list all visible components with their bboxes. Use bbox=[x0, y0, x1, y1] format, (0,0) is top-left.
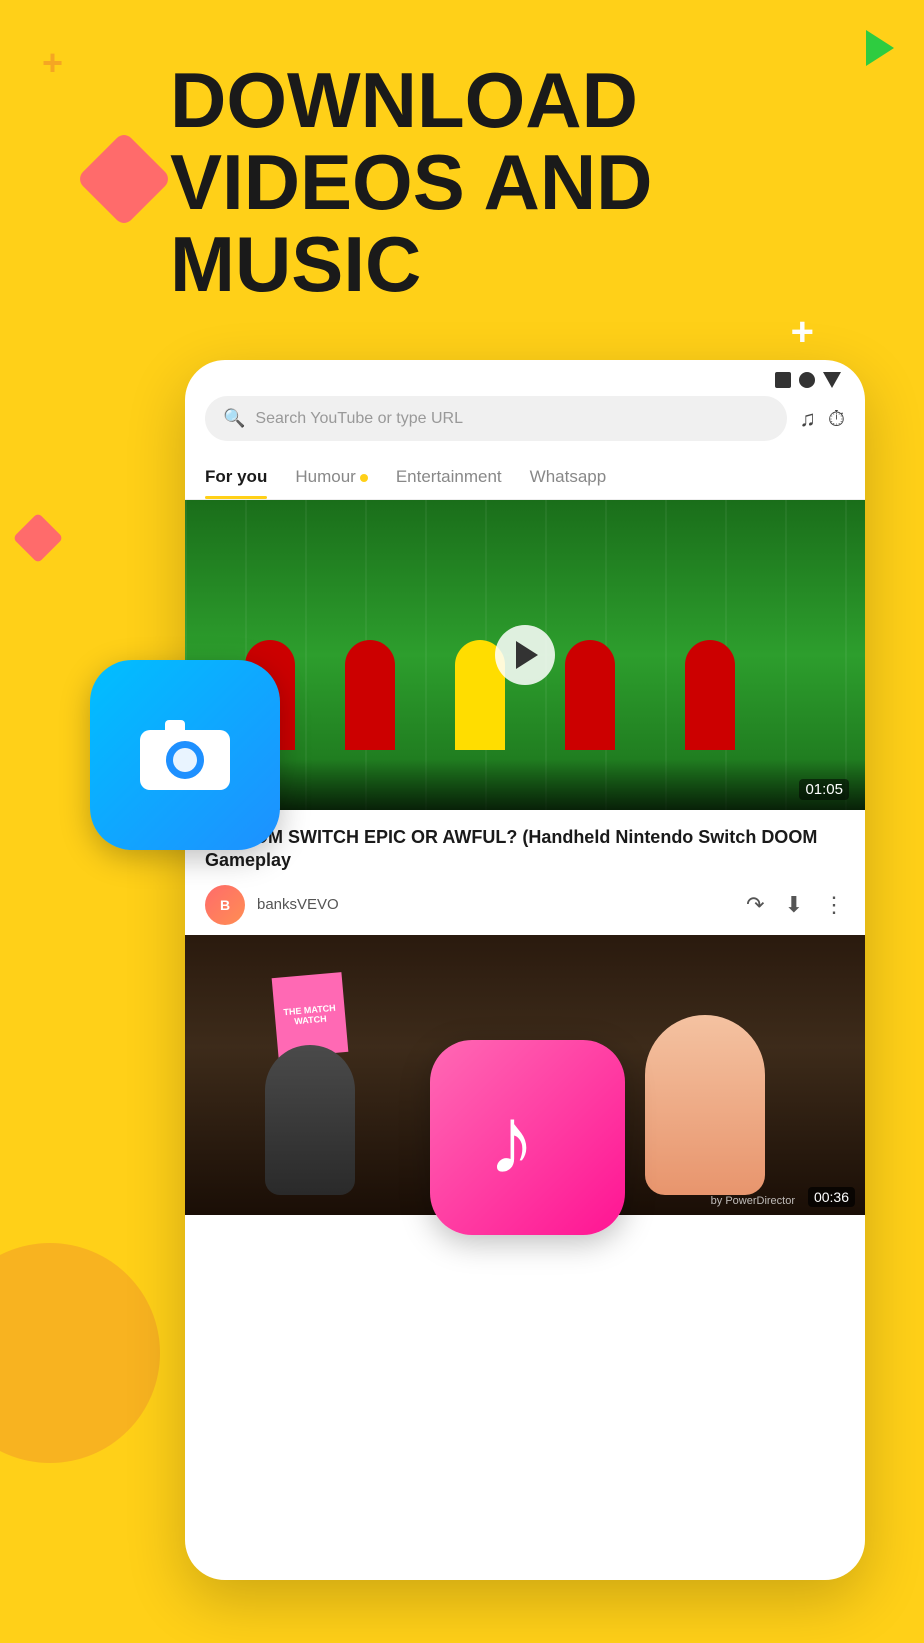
search-icon: 🔍 bbox=[223, 408, 245, 429]
hero-title: DOWNLOAD VIDEOS AND MUSIC bbox=[170, 60, 653, 306]
tab-whatsapp[interactable]: Whatsapp bbox=[530, 457, 607, 499]
video-card-1: 23K Views 01:05 bbox=[185, 500, 865, 810]
channel-name-1: banksVEVO bbox=[257, 896, 734, 913]
phone-status-bar bbox=[185, 360, 865, 396]
video-channel-row-1: B banksVEVO ↷ ⬇ ⋮ bbox=[205, 885, 845, 925]
camera-app-icon[interactable] bbox=[90, 660, 280, 850]
video-info-1: IS DOOM SWITCH EPIC OR AWFUL? (Handheld … bbox=[185, 810, 865, 935]
download-icon[interactable]: ⬇ bbox=[785, 892, 803, 918]
deco-plus-top-left: + bbox=[42, 42, 63, 84]
tab-humour[interactable]: Humour bbox=[295, 457, 367, 499]
video-play-button-1[interactable] bbox=[495, 625, 555, 685]
player-2 bbox=[345, 640, 395, 750]
channel-avatar-1: B bbox=[205, 885, 245, 925]
sticky-note-text: THE MATCH WATCH bbox=[274, 998, 346, 1032]
video-duration-1: 01:05 bbox=[799, 779, 849, 800]
scene-person-light bbox=[645, 1015, 765, 1195]
tab-for-you[interactable]: For you bbox=[205, 457, 267, 499]
more-options-icon[interactable]: ⋮ bbox=[823, 892, 845, 918]
deco-play-icon bbox=[866, 30, 894, 66]
status-circle bbox=[799, 372, 815, 388]
status-square bbox=[775, 372, 791, 388]
music-library-icon[interactable]: ♫ bbox=[799, 406, 816, 432]
camera-icon-svg bbox=[135, 705, 235, 805]
deco-diamond-mid bbox=[13, 513, 64, 564]
deco-diamond-left bbox=[76, 131, 172, 227]
scene-person-dark bbox=[265, 1045, 355, 1195]
music-app-icon[interactable]: ♪ bbox=[430, 1040, 625, 1235]
video-meta-bar-1: 23K Views 01:05 bbox=[185, 759, 865, 810]
status-triangle bbox=[823, 372, 841, 388]
music-note-svg: ♪ bbox=[478, 1083, 578, 1193]
play-triangle-icon bbox=[516, 641, 538, 669]
deco-circle-bottom bbox=[0, 1243, 160, 1463]
tab-humour-dot bbox=[360, 474, 368, 482]
video-action-icons-1: ↷ ⬇ ⋮ bbox=[746, 892, 845, 918]
svg-text:♪: ♪ bbox=[488, 1088, 536, 1193]
tab-entertainment[interactable]: Entertainment bbox=[396, 457, 502, 499]
tab-bar: For you Humour Entertainment Whatsapp bbox=[185, 457, 865, 500]
hero-line2: VIDEOS AND bbox=[170, 142, 653, 224]
player-5 bbox=[685, 640, 735, 750]
hero-line3: MUSIC bbox=[170, 224, 653, 306]
hero-line1: DOWNLOAD bbox=[170, 60, 653, 142]
search-bar[interactable]: 🔍 Search YouTube or type URL bbox=[205, 396, 787, 441]
search-container: 🔍 Search YouTube or type URL ♫ ⏱ bbox=[185, 396, 865, 457]
video-title-1: IS DOOM SWITCH EPIC OR AWFUL? (Handheld … bbox=[205, 826, 845, 873]
powerdirector-badge: by PowerDirector bbox=[711, 1195, 795, 1207]
deco-plus-mid: + bbox=[791, 310, 814, 355]
video-duration-2: 00:36 bbox=[808, 1187, 855, 1207]
phone-mockup: 🔍 Search YouTube or type URL ♫ ⏱ For you… bbox=[185, 360, 865, 1580]
player-4 bbox=[565, 640, 615, 750]
search-placeholder-text: Search YouTube or type URL bbox=[255, 410, 463, 428]
share-icon[interactable]: ↷ bbox=[746, 892, 764, 918]
history-icon[interactable]: ⏱ bbox=[828, 406, 845, 432]
